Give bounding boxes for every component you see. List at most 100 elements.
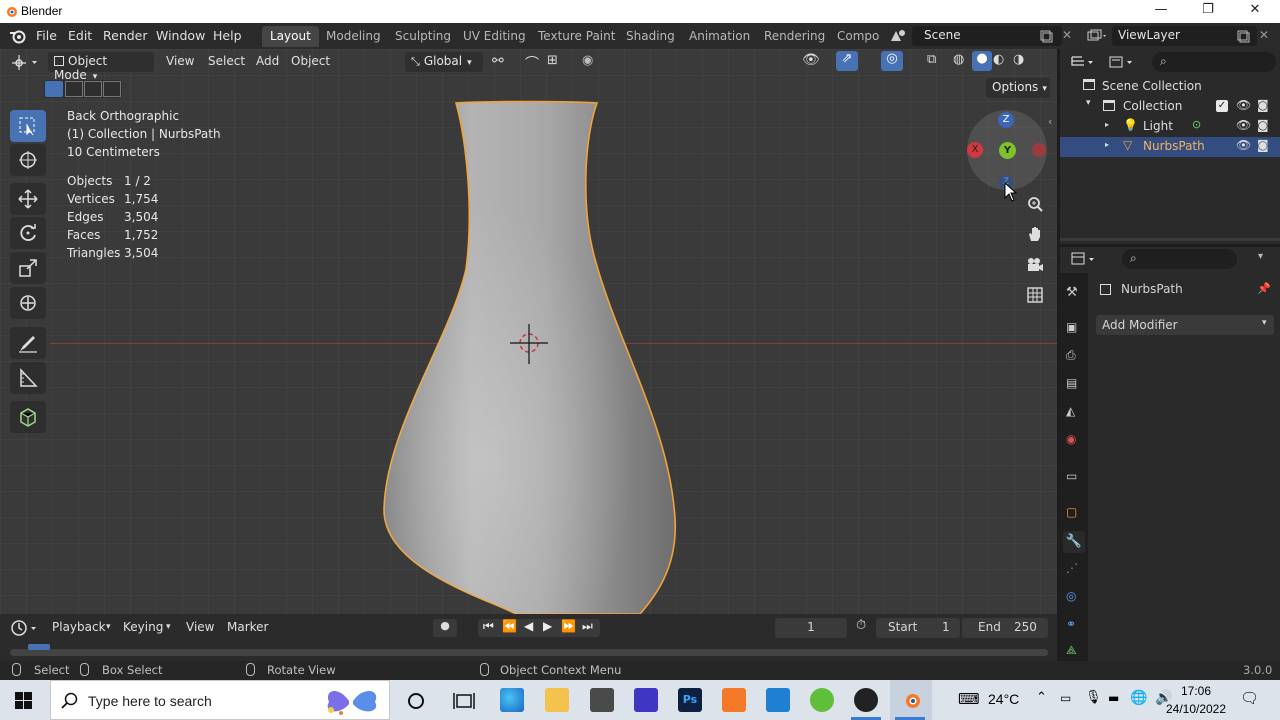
outliner-scene-collection[interactable]: Scene Collection — [1060, 77, 1280, 97]
menu-file[interactable]: File — [36, 28, 57, 43]
tab-shading[interactable]: Shading — [618, 26, 683, 47]
camera-render-icon[interactable]: ◙ — [1257, 138, 1269, 152]
remove-scene-icon[interactable]: ✕ — [1062, 28, 1072, 42]
scene-tab-icon[interactable]: ◭ — [1066, 404, 1075, 418]
edge-icon[interactable] — [500, 688, 524, 712]
snap-target-icon[interactable]: ⊞ — [547, 53, 558, 68]
select-new-icon[interactable] — [45, 81, 63, 97]
cortana-icon[interactable] — [406, 691, 426, 711]
view-layer-tab-icon[interactable]: ▤ — [1066, 376, 1077, 390]
windows-start-icon[interactable] — [15, 692, 33, 710]
gizmo-neg-x[interactable] — [1032, 143, 1046, 157]
pivot-point-icon[interactable]: ⚯ — [492, 53, 504, 69]
eye-icon[interactable]: 👁 — [1236, 98, 1251, 112]
cursor-tool[interactable] — [10, 144, 46, 176]
play-icon[interactable]: ▶ — [543, 619, 552, 633]
new-view-layer-icon[interactable] — [1236, 29, 1250, 43]
options-dropdown[interactable]: Options ▾ — [986, 78, 1050, 98]
chevron-down-icon[interactable]: ▾ — [1258, 251, 1263, 262]
menu-window[interactable]: Window — [156, 28, 205, 43]
vscode-icon[interactable] — [766, 688, 790, 712]
world-tab-icon[interactable]: ◉ — [1066, 432, 1076, 446]
affinity-icon[interactable] — [634, 688, 658, 712]
zoom-view-button[interactable] — [1022, 191, 1048, 217]
sidebar-toggle-icon[interactable]: ‹ — [1048, 115, 1052, 128]
timeline-editor-icon[interactable] — [10, 619, 40, 637]
constraints-tab-icon[interactable]: ⚭ — [1066, 617, 1076, 631]
tab-animation[interactable]: Animation — [681, 26, 758, 47]
start-frame-field[interactable]: Start 1 — [876, 618, 960, 638]
chevron-up-icon[interactable]: ⌃ — [1036, 690, 1047, 705]
scale-tool[interactable] — [10, 252, 46, 284]
editor-type-icon[interactable] — [12, 54, 40, 70]
temperature[interactable]: 24°C — [988, 691, 1019, 707]
remove-view-layer-icon[interactable]: ✕ — [1259, 28, 1269, 42]
next-keyframe-icon[interactable]: ⏩ — [561, 619, 576, 633]
blender-taskbar-icon[interactable] — [899, 689, 923, 711]
render-tab-icon[interactable]: ▣ — [1066, 320, 1077, 334]
notifications-icon[interactable]: 🗨 — [1240, 689, 1259, 707]
pin-icon[interactable]: 📌 — [1257, 282, 1271, 295]
eye-icon[interactable]: 👁 — [1236, 118, 1251, 132]
tab-modeling[interactable]: Modeling — [318, 26, 389, 47]
new-scene-icon[interactable] — [1039, 29, 1053, 43]
transform-orientation-dropdown[interactable]: ⤡ Global ▾ — [405, 52, 483, 72]
3d-cursor[interactable] — [508, 324, 550, 366]
clock-time[interactable]: 17:06 — [1174, 684, 1218, 698]
viewport-menu-add[interactable]: Add — [250, 52, 285, 72]
select-subtract-icon[interactable] — [84, 81, 102, 97]
object-mode-dropdown[interactable]: Object Mode ▾ — [48, 52, 154, 82]
proportional-edit-icon[interactable]: ◉ — [582, 53, 593, 68]
outliner-editor-icon[interactable] — [1070, 54, 1096, 70]
jump-start-icon[interactable]: ⏮ — [483, 619, 494, 634]
expand-arrow-icon[interactable]: ▸ — [1105, 120, 1109, 129]
camera-render-icon[interactable]: ◙ — [1257, 98, 1269, 112]
transform-tool[interactable] — [10, 287, 46, 319]
annotate-tool[interactable] — [10, 327, 46, 359]
perspective-toggle-button[interactable] — [1022, 282, 1048, 308]
data-tab-icon[interactable]: ⟁ — [1066, 643, 1077, 658]
visibility-icon[interactable]: 👁 — [802, 52, 820, 68]
weather-icon[interactable]: ⌨ — [958, 690, 980, 708]
solid-shading-icon[interactable]: ● — [972, 51, 992, 71]
end-frame-field[interactable]: End 250 — [962, 618, 1048, 638]
outliner-search-field[interactable]: ⌕ — [1152, 52, 1276, 72]
auto-keying-button[interactable]: ● — [433, 619, 457, 637]
gizmo-x[interactable]: X — [967, 142, 983, 158]
network-icon[interactable]: 🌐 — [1130, 690, 1147, 706]
xray-icon[interactable]: ⧉ — [927, 52, 936, 67]
select-invert-icon[interactable] — [103, 81, 121, 97]
close-window-button[interactable]: ✕ — [1232, 2, 1278, 20]
scene-icon[interactable] — [888, 27, 908, 45]
viewport-menu-view[interactable]: View — [160, 52, 200, 72]
clock-date[interactable]: 24/10/2022 — [1156, 702, 1236, 716]
tool-tab-icon[interactable]: ⚒ — [1066, 285, 1078, 300]
outliner-scrollbar[interactable] — [1060, 238, 1280, 241]
blender-alt-icon[interactable] — [722, 688, 746, 712]
viewport-menu-select[interactable]: Select — [202, 52, 251, 72]
3d-viewport[interactable]: Object Mode ▾ View Select Add Object ⤡ Glo… — [0, 49, 1057, 614]
timeline-menu-view[interactable]: View — [180, 618, 220, 638]
tab-layout[interactable]: Layout — [262, 26, 319, 47]
gizmo-y[interactable]: Y — [999, 142, 1016, 159]
obs-icon[interactable] — [854, 688, 878, 712]
measure-tool[interactable] — [10, 362, 46, 394]
mail-icon[interactable] — [590, 688, 614, 712]
view-layer-icon[interactable] — [1086, 28, 1108, 44]
material-shading-icon[interactable]: ◐ — [993, 52, 1004, 67]
viewport-menu-object[interactable]: Object — [285, 52, 336, 72]
menu-render[interactable]: Render — [103, 28, 148, 43]
add-modifier-button[interactable]: Add Modifier ▾ — [1096, 315, 1274, 335]
microphone-icon[interactable]: 🎙 — [1085, 690, 1102, 705]
navigation-gizmo[interactable]: Z X Y Z — [967, 110, 1047, 190]
camera-view-button[interactable] — [1022, 252, 1048, 278]
object-tab-icon[interactable]: ▢ — [1066, 505, 1077, 519]
menu-edit[interactable]: Edit — [68, 28, 92, 43]
add-cube-tool[interactable] — [10, 401, 46, 433]
particles-tab-icon[interactable]: ⋰ — [1066, 561, 1078, 575]
task-view-icon[interactable] — [453, 691, 475, 711]
play-reverse-icon[interactable]: ◀ — [524, 619, 533, 633]
current-frame-field[interactable]: 1 — [775, 618, 847, 638]
outliner-item-nurbspath[interactable]: ▸ ▽ NurbsPath 👁 ◙ — [1060, 137, 1280, 157]
display-mode-icon[interactable] — [1108, 54, 1136, 70]
